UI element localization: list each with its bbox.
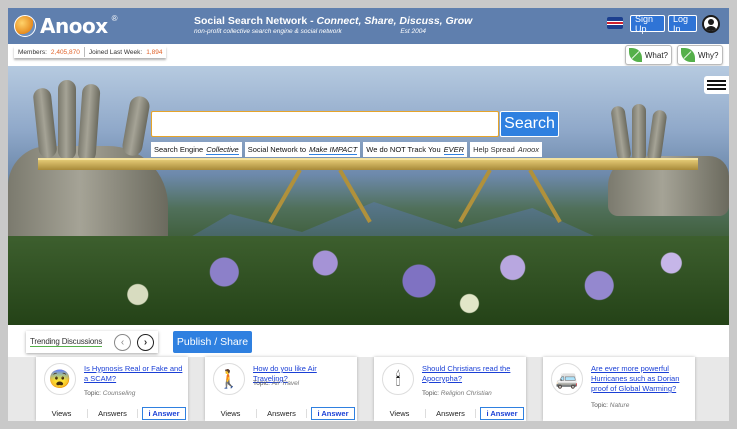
discussion-card: 😨 Is Hypnosis Real or Fake and a SCAM? T… [36,357,188,421]
tagline-emphasis: Connect, Share, Discuss, Grow [316,15,473,27]
topic-value: Counseling [102,390,136,397]
stone-finger [58,80,76,160]
golden-bridge [38,158,698,170]
chip-emphasis: Anoox [517,145,540,154]
stats-divider [83,47,85,57]
hero-banner: Search Search Engine Collective Social Ne… [8,66,729,325]
login-button[interactable]: Log In [668,14,697,34]
discussion-avatar: 🕯 [382,363,414,395]
chip-no-tracking[interactable]: We do NOT Track You EVER [363,142,468,157]
answers-count[interactable]: Answers [257,409,307,418]
discussion-topic: Topic: Nature [591,402,629,409]
discussion-question-link[interactable]: Should Christians read the Apocrypha? [422,364,522,384]
topic-label: Topic: [422,390,439,397]
chip-social-network[interactable]: Social Network to Make IMPACT [244,142,361,157]
stone-finger [610,105,632,162]
bridge-truss [458,169,492,223]
topic-value: Nature [609,402,630,409]
topic-label: Topic: [591,402,608,409]
discussion-topic: Topic: Counseling [84,390,135,397]
answer-button[interactable]: i Answer [142,407,186,420]
prev-arrow-icon[interactable]: ‹ [114,334,131,351]
publish-share-button[interactable]: Publish / Share [173,331,252,353]
leaf-icon [629,48,642,62]
tagline-subtitle: non-profit collective search engine & so… [194,28,342,35]
leaf-icon [681,48,695,62]
chip-emphasis: EVER [443,144,465,155]
why-label: Why? [698,50,719,60]
hamburger-menu-icon[interactable] [704,76,729,94]
why-button[interactable]: Why? [677,45,723,65]
topic-label: Topic: [253,380,270,387]
answer-button[interactable]: i Answer [311,407,355,420]
topic-value: Religion Christian [440,390,492,397]
views-count: Views [36,409,88,418]
page-frame: Anoox ® Social Search Network - Connect,… [8,8,729,421]
answers-count[interactable]: Answers [88,409,138,418]
chip-search-engine[interactable]: Search Engine Collective [151,142,242,157]
stone-finger [646,109,668,163]
members-label: Members: [18,48,47,56]
discussion-cards: 😨 Is Hypnosis Real or Fake and a SCAM? T… [8,357,729,421]
discussion-avatar: 🚶 [213,363,245,395]
discussion-card: 🕯 Should Christians read the Apocrypha? … [374,357,526,421]
discussion-card: 🚶 How do you like Air Traveling? Topic: … [205,357,357,421]
discussion-avatar: 😨 [44,363,76,395]
tagline-title: Social Search Network - Connect, Share, … [194,15,472,27]
site-logo[interactable]: Anoox ® [14,14,118,38]
chip-emphasis: Make IMPACT [309,144,358,155]
tagline-established: Est 2004 [400,28,426,35]
search-button[interactable]: Search [500,111,559,137]
uk-flag-icon[interactable] [607,17,623,29]
answers-count[interactable]: Answers [426,409,476,418]
chip-text: We do NOT Track You [366,145,441,154]
trending-bar: Trending Discussions ‹ › Publish / Share [8,325,729,355]
next-arrow-icon[interactable]: › [137,334,154,351]
hydrangea-flowers [8,236,729,325]
trending-label: Trending Discussions [30,337,103,347]
joined-count: 1,894 [146,48,163,56]
chip-text: Help Spread [473,145,515,154]
registered-mark: ® [111,14,118,23]
card-footer: Views Answers i Answer [36,406,188,421]
topic-value: Air Travel [271,380,300,387]
site-tagline: Social Search Network - Connect, Share, … [194,15,472,35]
stone-finger [632,104,646,162]
signup-button[interactable]: Sign Up [630,14,665,34]
anoox-logo-icon [14,15,36,37]
site-header: Anoox ® Social Search Network - Connect,… [8,8,729,44]
tagline-prefix: Social Search Network - [194,15,317,27]
discussion-card: 🚐 Are ever more powerful Hurricanes such… [543,357,695,421]
member-stats: Members: 2,405,870 Joined Last Week: 1,8… [14,46,166,58]
search-input[interactable] [151,111,499,137]
bridge-truss [268,169,302,223]
discussion-topic: Topic: Religion Christian [422,390,492,397]
card-footer: Views Answers i Answer [374,406,526,421]
what-button[interactable]: What? [625,45,672,65]
discussion-avatar: 🚐 [551,363,583,395]
feature-chips: Search Engine Collective Social Network t… [151,142,543,157]
views-count: Views [374,409,426,418]
discussion-question-link[interactable]: Are ever more powerful Hurricanes such a… [591,364,691,394]
user-account-icon[interactable] [702,15,720,33]
stone-thumb [120,94,152,158]
logo-text: Anoox [40,14,108,38]
chip-text: Social Network to [247,145,307,154]
views-count: Views [205,409,257,418]
discussion-question-link[interactable]: Is Hypnosis Real or Fake and a SCAM? [84,364,184,384]
stats-bar: Members: 2,405,870 Joined Last Week: 1,8… [8,44,729,66]
joined-label: Joined Last Week: [88,48,143,56]
chip-emphasis: Collective [206,144,239,155]
chip-text: Search Engine [154,145,204,154]
trending-discussions-box: Trending Discussions ‹ › [26,331,158,353]
what-label: What? [644,50,668,60]
answer-button[interactable]: i Answer [480,407,524,420]
chip-help-spread[interactable]: Help Spread Anoox [470,142,543,157]
topic-label: Topic: [84,390,101,397]
members-count: 2,405,870 [50,48,80,56]
discussion-topic: Topic: Air Travel [253,380,299,387]
card-footer: Views Answers i Answer [205,406,357,421]
tagline-subtitle-row: non-profit collective search engine & so… [194,28,426,35]
